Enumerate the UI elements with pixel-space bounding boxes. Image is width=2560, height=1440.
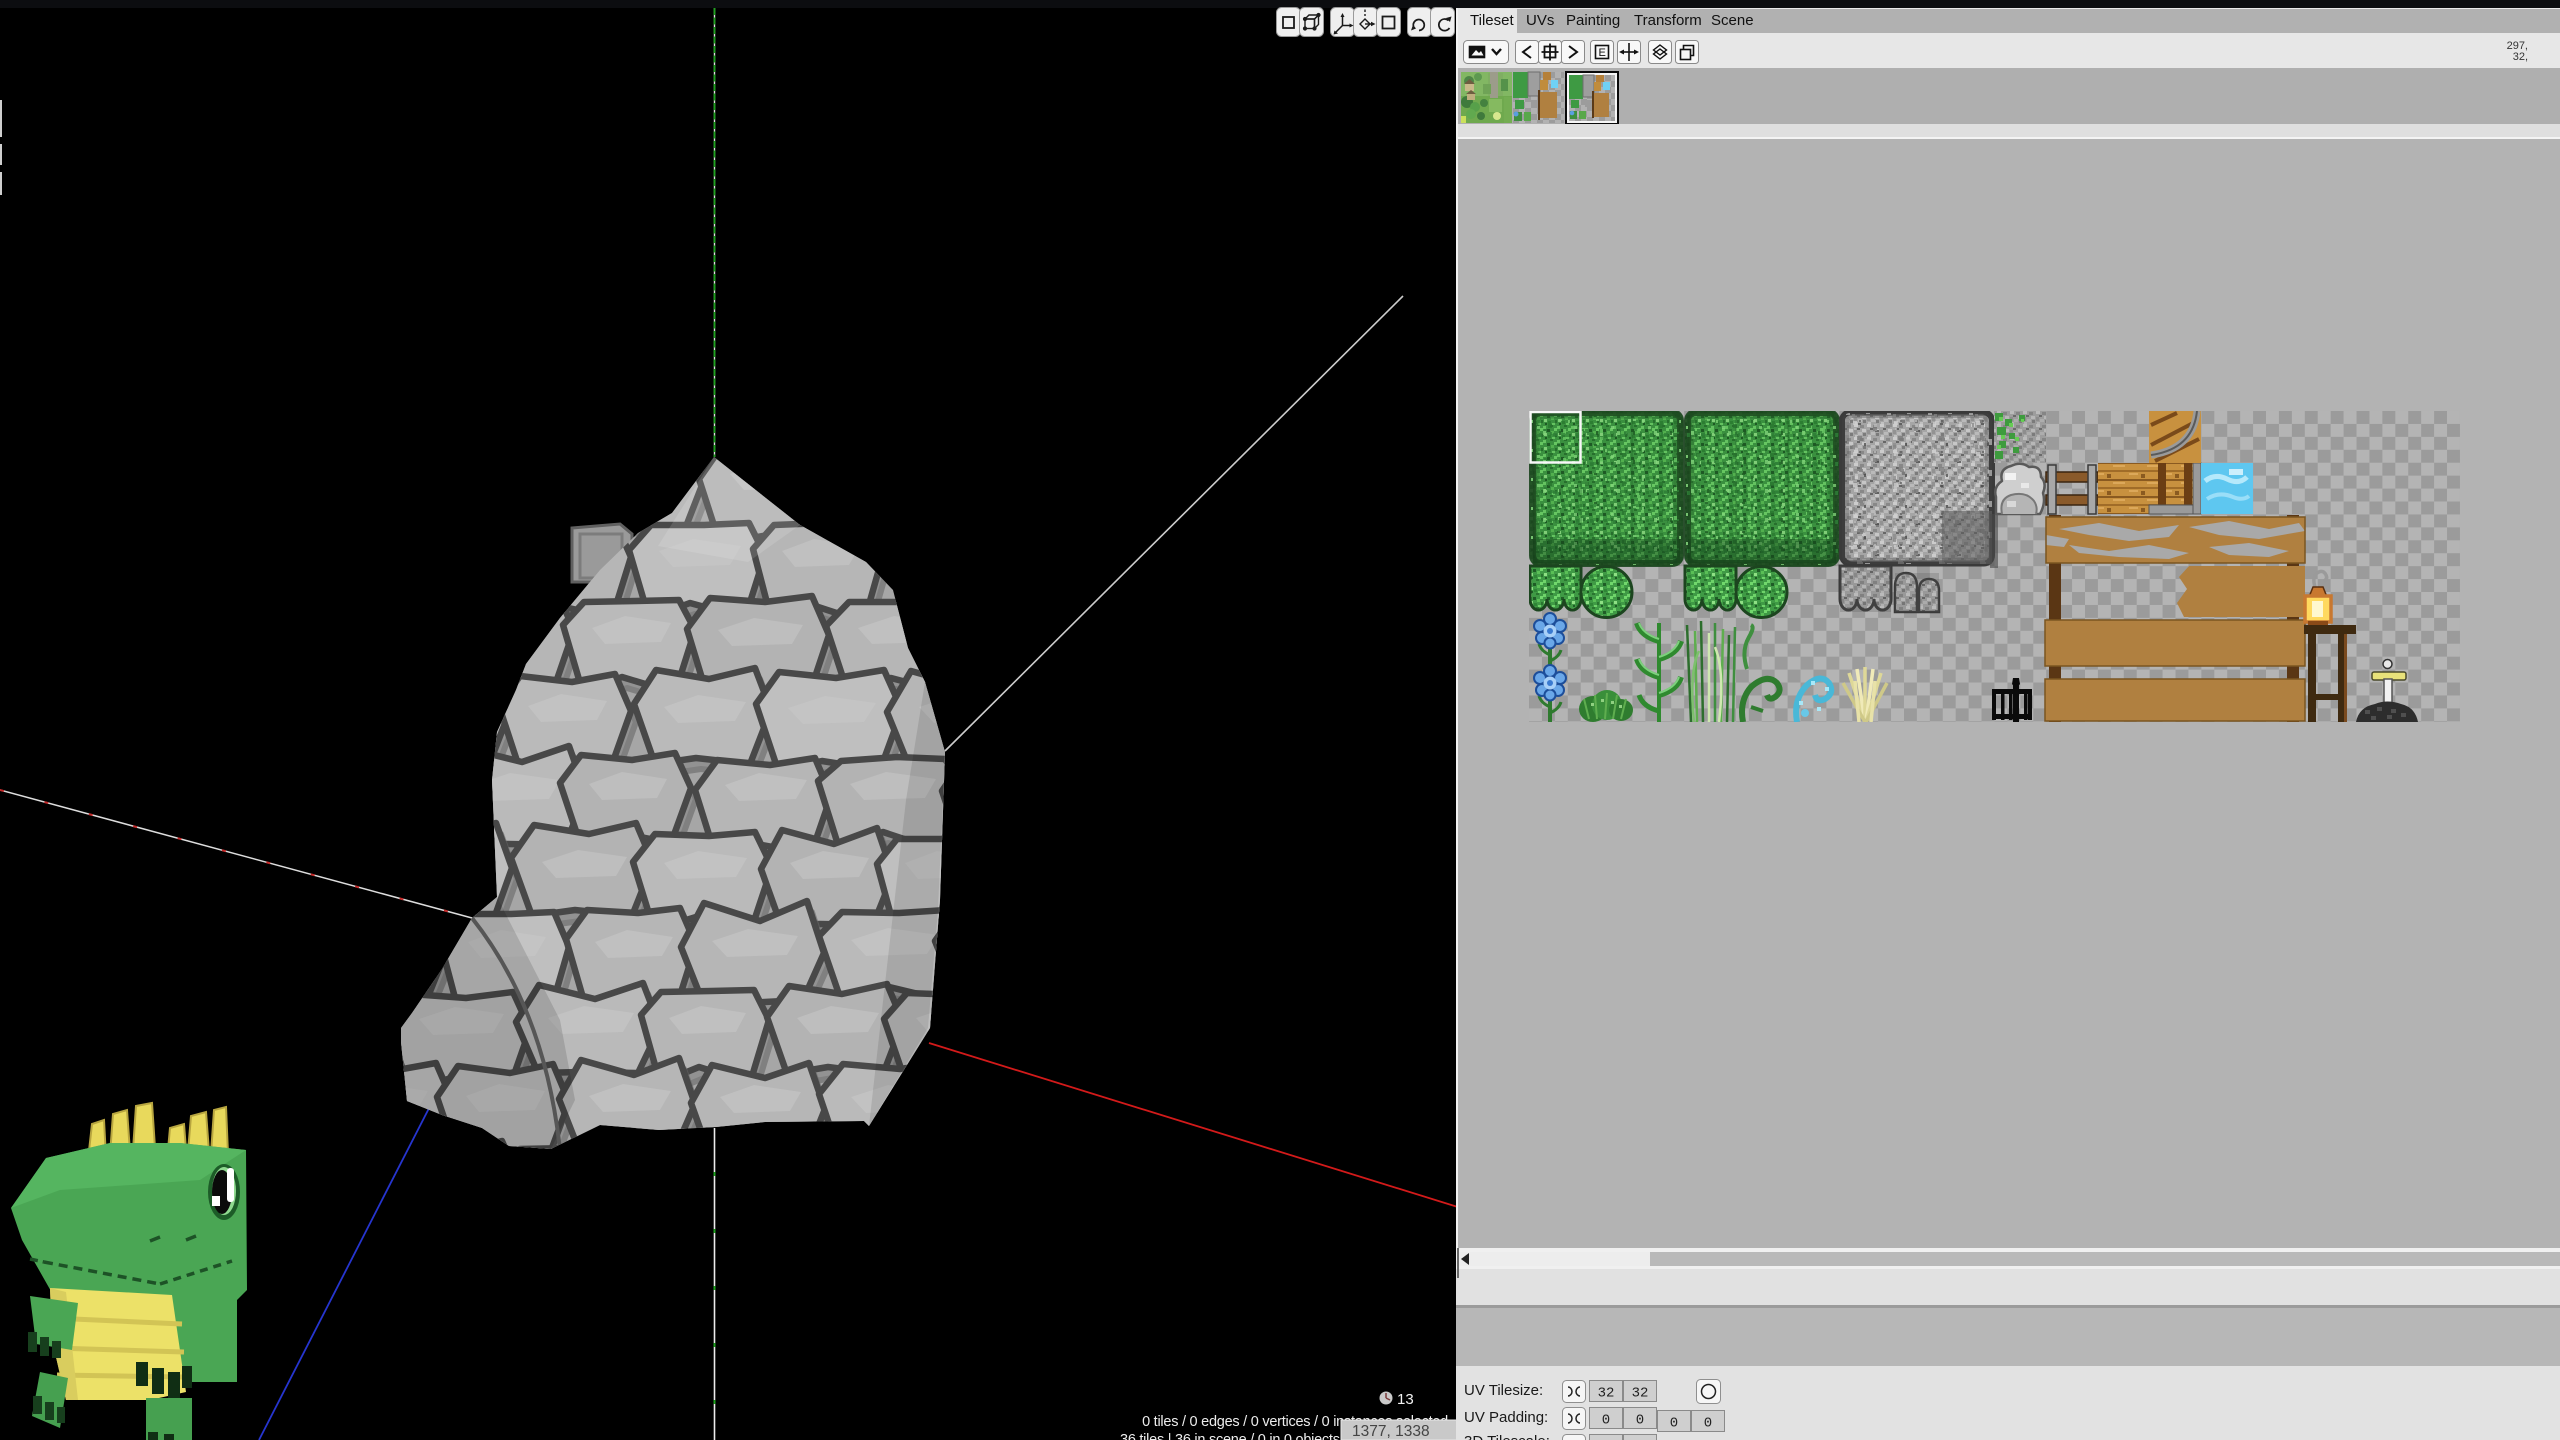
svg-text:0: 0 (1704, 1416, 1712, 1432)
svg-text:1377, 1338: 1377, 1338 (1352, 1423, 1430, 1440)
svg-text:0: 0 (1602, 1413, 1610, 1429)
svg-text:13: 13 (1397, 1391, 1414, 1408)
svg-text:0: 0 (1670, 1416, 1678, 1432)
svg-text:0: 0 (1636, 1413, 1644, 1429)
svg-text:32: 32 (1632, 1386, 1649, 1402)
svg-text:32: 32 (1598, 1386, 1615, 1402)
svg-text:36 tiles | 36 in scene / 0 in: 36 tiles | 36 in scene / 0 in 0 objects … (1120, 1432, 1374, 1440)
svg-text:E: E (1599, 47, 1606, 59)
